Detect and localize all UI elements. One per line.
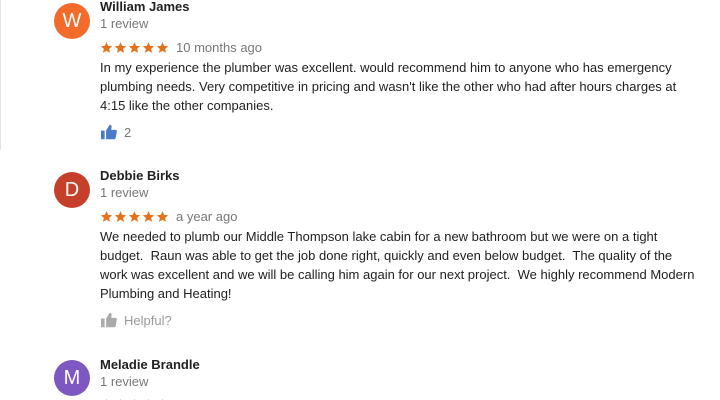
helpful-button[interactable]: Helpful?	[100, 311, 172, 329]
review-date[interactable]: a year ago	[176, 209, 237, 224]
reviewer-name[interactable]: William James	[100, 0, 189, 14]
review-date[interactable]: 10 months ago	[176, 40, 262, 55]
divider	[0, 0, 1, 150]
reviewer-name[interactable]: Meladie Brandle	[100, 357, 200, 372]
avatar-letter: W	[62, 10, 82, 32]
star-icon	[156, 41, 169, 53]
helpful-label: Helpful?	[124, 312, 172, 328]
avatar[interactable]: M	[54, 360, 90, 396]
star-icon	[100, 41, 113, 53]
star-icon	[114, 210, 127, 222]
helpful-count: 2	[124, 124, 132, 140]
reviewer-name[interactable]: Debbie Birks	[100, 168, 179, 183]
reviews-page: W William James 1 review 10 months ago I…	[0, 0, 720, 400]
thumbs-up-icon	[101, 124, 117, 140]
rating-row: 10 months ago	[100, 39, 262, 55]
star-icon	[156, 210, 169, 222]
avatar-letter: D	[64, 179, 80, 201]
avatar-letter: M	[63, 367, 81, 389]
review-text: In my experience the plumber was excelle…	[100, 60, 677, 113]
star-icon	[114, 41, 127, 53]
avatar[interactable]: D	[54, 172, 90, 208]
star-icon	[128, 41, 141, 53]
star-icon	[142, 41, 155, 53]
rating-row: a year ago	[100, 208, 237, 224]
review-count[interactable]: 1 review	[100, 374, 148, 389]
star-icon	[128, 210, 141, 222]
star-rating	[100, 210, 169, 223]
helpful-button[interactable]: 2	[100, 123, 131, 141]
review-count[interactable]: 1 review	[100, 185, 148, 200]
star-icon	[142, 210, 155, 222]
avatar[interactable]: W	[54, 3, 90, 39]
rating-row	[100, 396, 169, 400]
review-count[interactable]: 1 review	[100, 16, 148, 31]
star-icon	[100, 210, 113, 222]
star-rating	[100, 41, 169, 54]
thumbs-up-icon	[101, 312, 117, 328]
review-text: We needed to plumb our Middle Thompson l…	[100, 229, 695, 301]
